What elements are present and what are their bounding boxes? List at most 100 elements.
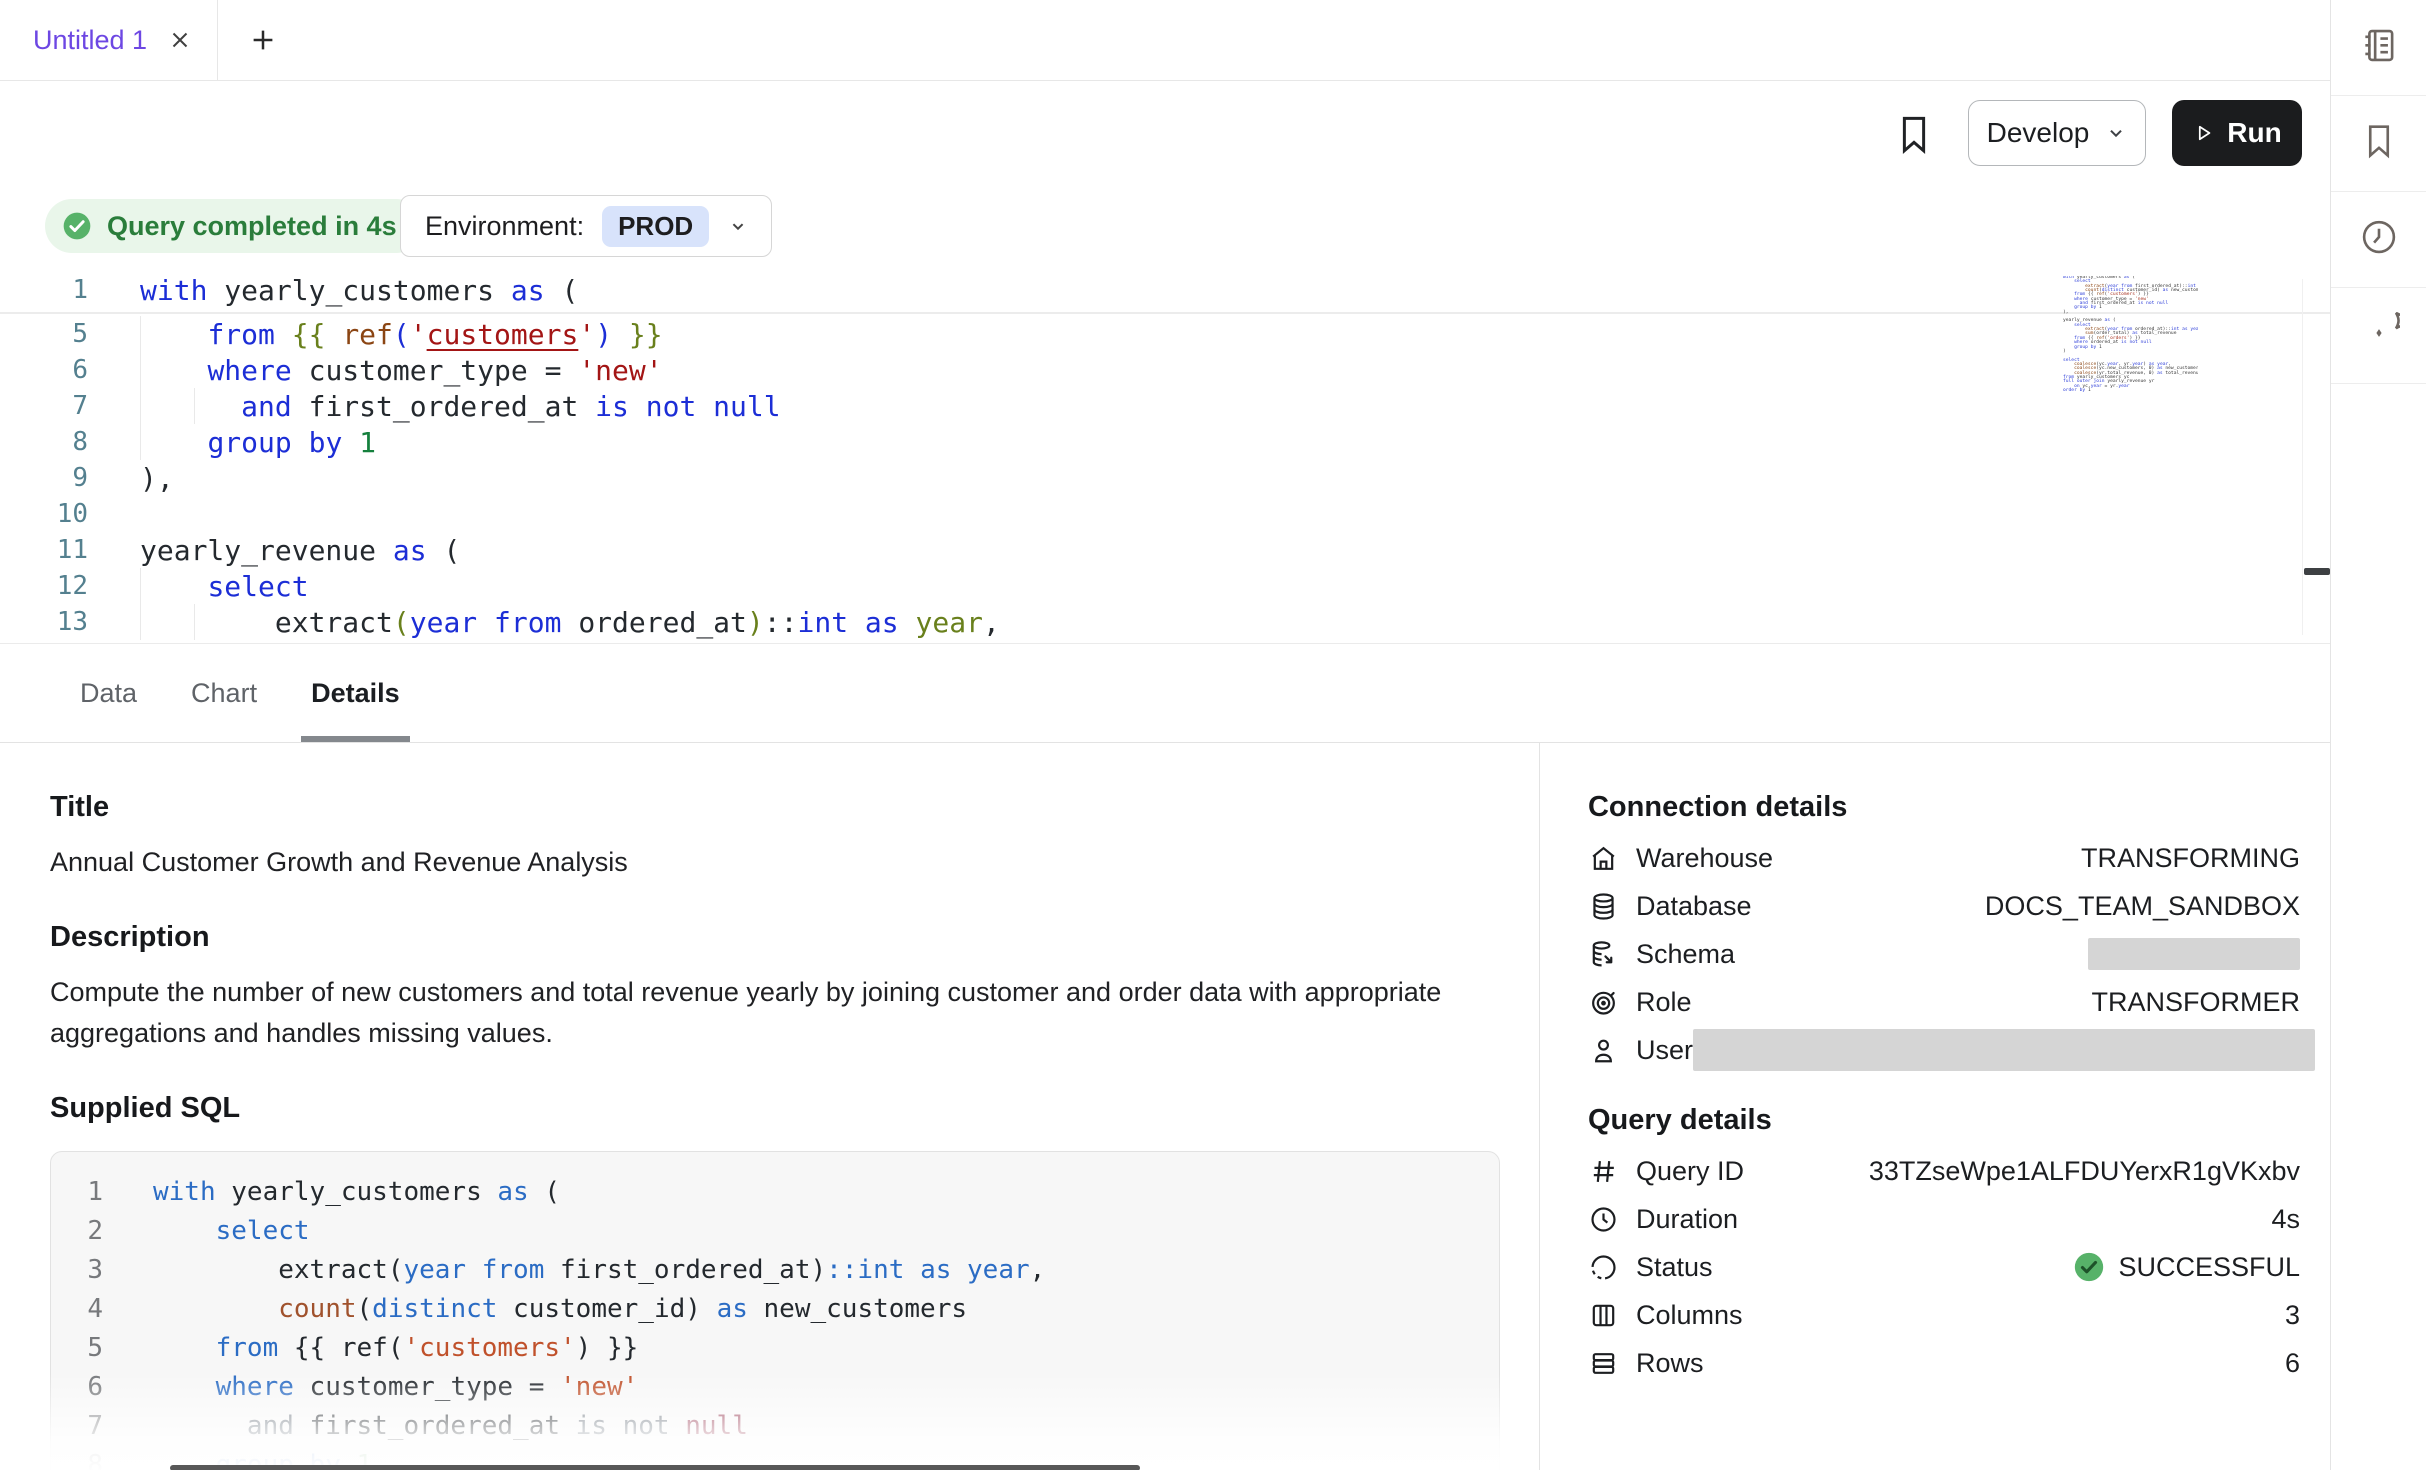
develop-label: Develop bbox=[1987, 117, 2090, 149]
line-number: 8 bbox=[0, 427, 105, 457]
database-icon bbox=[1588, 889, 1622, 923]
detail-row-rows: Rows6 bbox=[1588, 1339, 2300, 1387]
detail-row-query-id: Query ID33TZseWpe1ALFDUYerxR1gVKxbv bbox=[1588, 1147, 2300, 1195]
tab-untitled-1[interactable]: Untitled 1 bbox=[0, 0, 217, 80]
detail-label: Database bbox=[1636, 891, 1752, 922]
environment-label: Environment: bbox=[425, 211, 584, 242]
code-line: 2 select bbox=[51, 1211, 1499, 1250]
line-number: 1 bbox=[0, 275, 105, 305]
line-number: 7 bbox=[0, 391, 105, 421]
rail-button-history[interactable] bbox=[2331, 192, 2426, 288]
success-check-icon bbox=[2072, 1250, 2106, 1284]
line-number: 2 bbox=[51, 1216, 103, 1246]
editor-scrollbar-thumb[interactable] bbox=[2304, 568, 2330, 575]
indent-guide bbox=[140, 352, 141, 388]
warehouse-icon bbox=[1588, 841, 1622, 875]
line-number: 5 bbox=[51, 1333, 103, 1363]
line-number: 6 bbox=[0, 355, 105, 385]
code-line: 3 extract(year from first_ordered_at)::i… bbox=[51, 1250, 1499, 1289]
detail-row-user: User bbox=[1588, 1026, 2300, 1074]
notebook-icon bbox=[2358, 24, 2400, 71]
tab-label: Data bbox=[80, 678, 137, 709]
code-line: 6 where customer_type = 'new' bbox=[51, 1367, 1499, 1406]
toolbar: Develop Run bbox=[0, 81, 2330, 186]
status-row: Query completed in 4s Environment: PROD bbox=[0, 186, 2330, 266]
role-icon bbox=[1588, 985, 1622, 1019]
editor-scrollbar[interactable] bbox=[2302, 279, 2331, 635]
code-text: and first_ordered_at is not null bbox=[105, 390, 781, 423]
indent-guide bbox=[194, 388, 195, 424]
details-right-pane: Connection details Warehouse TRANSFORMING… bbox=[1540, 743, 2330, 1470]
line-number: 6 bbox=[51, 1372, 103, 1402]
results-tab-data[interactable]: Data bbox=[80, 644, 137, 742]
code-text: with yearly_customers as ( bbox=[103, 1177, 560, 1207]
tab-bar: Untitled 1 bbox=[0, 0, 2330, 81]
query-details-heading: Query details bbox=[1588, 1104, 2300, 1137]
detail-row-columns: Columns 3 bbox=[1588, 1291, 2300, 1339]
detail-value: TRANSFORMING bbox=[2081, 843, 2300, 874]
detail-label: Columns bbox=[1636, 1300, 1743, 1331]
results-tab-details[interactable]: Details bbox=[311, 644, 400, 742]
code-text: extract(year from first_ordered_at)::int… bbox=[103, 1255, 1045, 1285]
code-line: 1with yearly_customers as ( bbox=[51, 1172, 1499, 1211]
rail-button-bookmark[interactable] bbox=[2331, 96, 2426, 192]
detail-label: Warehouse bbox=[1636, 843, 1773, 874]
code-line: 7 and first_ordered_at is not null bbox=[51, 1406, 1499, 1445]
detail-value: DOCS_TEAM_SANDBOX bbox=[1985, 891, 2300, 922]
indent-guide bbox=[140, 316, 141, 352]
line-number: 1 bbox=[51, 1177, 103, 1207]
detail-label: User bbox=[1636, 1035, 1693, 1066]
code-line: 11yearly_revenue as ( bbox=[0, 532, 2330, 568]
code-text: yearly_revenue as ( bbox=[105, 534, 460, 567]
code-text: from {{ ref('customers') }} bbox=[105, 318, 663, 351]
sql-editor[interactable]: 1with yearly_customers as ( 5 from {{ re… bbox=[0, 268, 2330, 643]
compass-icon bbox=[2358, 312, 2400, 359]
detail-row-schema: Schema bbox=[1588, 930, 2300, 978]
connection-details-heading: Connection details bbox=[1588, 791, 2300, 824]
description-value: Compute the number of new customers and … bbox=[50, 972, 1460, 1054]
code-line: 12 select bbox=[0, 568, 2330, 604]
rows-icon bbox=[1588, 1346, 1622, 1380]
supplied-sql-heading: Supplied SQL bbox=[50, 1092, 1539, 1125]
code-line: 5 from {{ ref('customers') }} bbox=[51, 1328, 1499, 1367]
line-number: 3 bbox=[51, 1255, 103, 1285]
bookmark-icon bbox=[2358, 120, 2400, 167]
rail-button-notebook[interactable] bbox=[2331, 0, 2426, 96]
tab-label: Details bbox=[311, 678, 400, 709]
editor-lines: 5 from {{ ref('customers') }}6 where cus… bbox=[0, 314, 2330, 640]
check-circle-icon bbox=[61, 210, 93, 242]
results-tab-bar: Data Chart Details bbox=[0, 643, 2330, 743]
details-left-pane: Title Annual Customer Growth and Revenue… bbox=[0, 743, 1540, 1470]
detail-row-role: RoleTRANSFORMER bbox=[1588, 978, 2300, 1026]
editor-minimap[interactable]: with yearly_customers as ( select extrac… bbox=[2063, 276, 2198, 401]
details-panel: Title Annual Customer Growth and Revenue… bbox=[0, 743, 2330, 1470]
environment-select[interactable]: Environment: PROD bbox=[400, 195, 772, 257]
history-icon bbox=[2358, 216, 2400, 263]
indent-guide bbox=[140, 568, 141, 604]
develop-dropdown[interactable]: Develop bbox=[1968, 100, 2146, 166]
run-button[interactable]: Run bbox=[2172, 100, 2302, 166]
code-line: 6 where customer_type = 'new' bbox=[0, 352, 2330, 388]
detail-value: 4s bbox=[2271, 1204, 2300, 1235]
code-line: 5 from {{ ref('customers') }} bbox=[0, 316, 2330, 352]
detail-label: Role bbox=[1636, 987, 1692, 1018]
bookmark-icon[interactable] bbox=[1893, 111, 1935, 159]
new-tab-button[interactable] bbox=[248, 25, 278, 55]
detail-value: 3 bbox=[2285, 1300, 2300, 1331]
results-tab-chart[interactable]: Chart bbox=[191, 644, 257, 742]
code-text: with yearly_customers as ( bbox=[105, 274, 578, 307]
tab-label: Chart bbox=[191, 678, 257, 709]
rail-button-compass[interactable] bbox=[2331, 288, 2426, 384]
detail-value bbox=[2088, 938, 2300, 970]
editor-sticky-line: 1with yearly_customers as ( bbox=[0, 268, 2330, 314]
detail-label: Duration bbox=[1636, 1204, 1738, 1235]
code-text: and first_ordered_at is not null bbox=[103, 1411, 748, 1441]
detail-value: SUCCESSFUL bbox=[2072, 1250, 2300, 1284]
tab-title: Untitled 1 bbox=[33, 25, 147, 56]
close-icon[interactable] bbox=[167, 27, 193, 53]
code-text: where customer_type = 'new' bbox=[105, 354, 663, 387]
code-line: 10 bbox=[0, 496, 2330, 532]
horizontal-scrollbar-thumb[interactable] bbox=[170, 1465, 1140, 1470]
line-number: 7 bbox=[51, 1411, 103, 1441]
main-area: Untitled 1 Develop Run bbox=[0, 0, 2330, 1470]
